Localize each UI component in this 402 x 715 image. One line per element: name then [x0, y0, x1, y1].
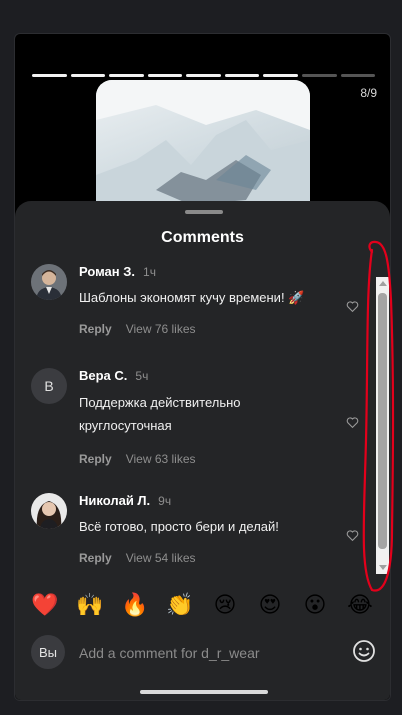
story-viewer: 8/9 Comments Роман З. 1ч Шаблоны экономят…: [14, 33, 391, 701]
heart-icon[interactable]: [346, 529, 359, 542]
comment-author[interactable]: Николай Л. 9ч: [79, 493, 171, 508]
scrollbar-thumb[interactable]: [378, 293, 387, 549]
progress-segment: [186, 74, 221, 77]
avatar[interactable]: [31, 493, 67, 529]
avatar[interactable]: В: [31, 368, 67, 404]
sheet-drag-handle[interactable]: [185, 210, 223, 214]
comment-item: Николай Л. 9ч Всё готово, просто бери и д…: [31, 493, 361, 573]
comment-composer: Вы: [31, 635, 376, 673]
comments-scrollbar[interactable]: [376, 277, 389, 574]
progress-segment: [109, 74, 144, 77]
home-indicator: [140, 690, 268, 694]
reply-button[interactable]: Reply: [79, 452, 112, 466]
story-counter: 8/9: [360, 86, 377, 100]
comment-item: Роман З. 1ч Шаблоны экономят кучу времени…: [31, 264, 361, 344]
comment-actions: Reply View 76 likes: [79, 322, 196, 336]
heart-icon[interactable]: [346, 300, 359, 313]
reply-button[interactable]: Reply: [79, 322, 112, 336]
comment-text: Поддержка действительно круглосуточная: [79, 395, 241, 433]
comment-author[interactable]: Вера С. 5ч: [79, 368, 148, 383]
my-avatar: Вы: [31, 635, 65, 669]
heart-icon[interactable]: [346, 416, 359, 429]
progress-segment: [301, 74, 337, 77]
smiley-icon[interactable]: [352, 639, 376, 663]
progress-segment: [263, 74, 298, 77]
comments-sheet: Comments Роман З. 1ч Шаблоны экономят куч…: [15, 201, 390, 700]
author-name: Николай Л.: [79, 493, 151, 508]
fire-reaction-icon[interactable]: 🔥: [120, 590, 150, 620]
progress-segment: [70, 74, 106, 77]
comment-author[interactable]: Роман З. 1ч: [79, 264, 156, 279]
comment-text: Шаблоны экономят кучу времени! 🚀: [79, 290, 305, 305]
sheet-title: Comments: [161, 229, 244, 246]
author-name: Вера С.: [79, 368, 128, 383]
progress-segment: [32, 74, 67, 77]
comment-text: Всё готово, просто бери и делай!: [79, 519, 279, 534]
surprised-reaction-icon[interactable]: 😮: [300, 590, 330, 620]
heart-reaction-icon[interactable]: ❤️: [30, 590, 60, 620]
progress-segment: [340, 74, 376, 77]
reply-button[interactable]: Reply: [79, 551, 112, 565]
heart-eyes-reaction-icon[interactable]: 😍: [255, 590, 285, 620]
author-name: Роман З.: [79, 264, 136, 279]
quick-reactions-bar: ❤️ 🙌 🔥 👏 😢 😍 😮 😂: [30, 590, 375, 620]
comment-time: 1ч: [143, 265, 156, 279]
crying-reaction-icon[interactable]: 😢: [210, 590, 240, 620]
scroll-down-arrow-icon[interactable]: [379, 565, 387, 570]
comment-input[interactable]: [77, 641, 341, 665]
scroll-up-arrow-icon[interactable]: [379, 281, 387, 286]
progress-segment: [147, 74, 183, 77]
avatar[interactable]: [31, 264, 67, 300]
laughing-reaction-icon[interactable]: 😂: [345, 590, 375, 620]
view-likes-link[interactable]: View 76 likes: [126, 322, 196, 336]
view-likes-link[interactable]: View 63 likes: [126, 452, 196, 466]
view-likes-link[interactable]: View 54 likes: [126, 551, 196, 565]
story-progress-bar: [32, 74, 376, 77]
comment-time: 5ч: [135, 369, 149, 383]
comment-actions: Reply View 63 likes: [79, 452, 196, 466]
comment-actions: Reply View 54 likes: [79, 551, 196, 565]
raised-hands-reaction-icon[interactable]: 🙌: [75, 590, 105, 620]
comment-time: 9ч: [158, 494, 172, 508]
comment-item: В Вера С. 5ч Поддержка действительно круг…: [31, 368, 361, 468]
clapping-reaction-icon[interactable]: 👏: [165, 590, 195, 620]
progress-segment: [224, 74, 260, 77]
